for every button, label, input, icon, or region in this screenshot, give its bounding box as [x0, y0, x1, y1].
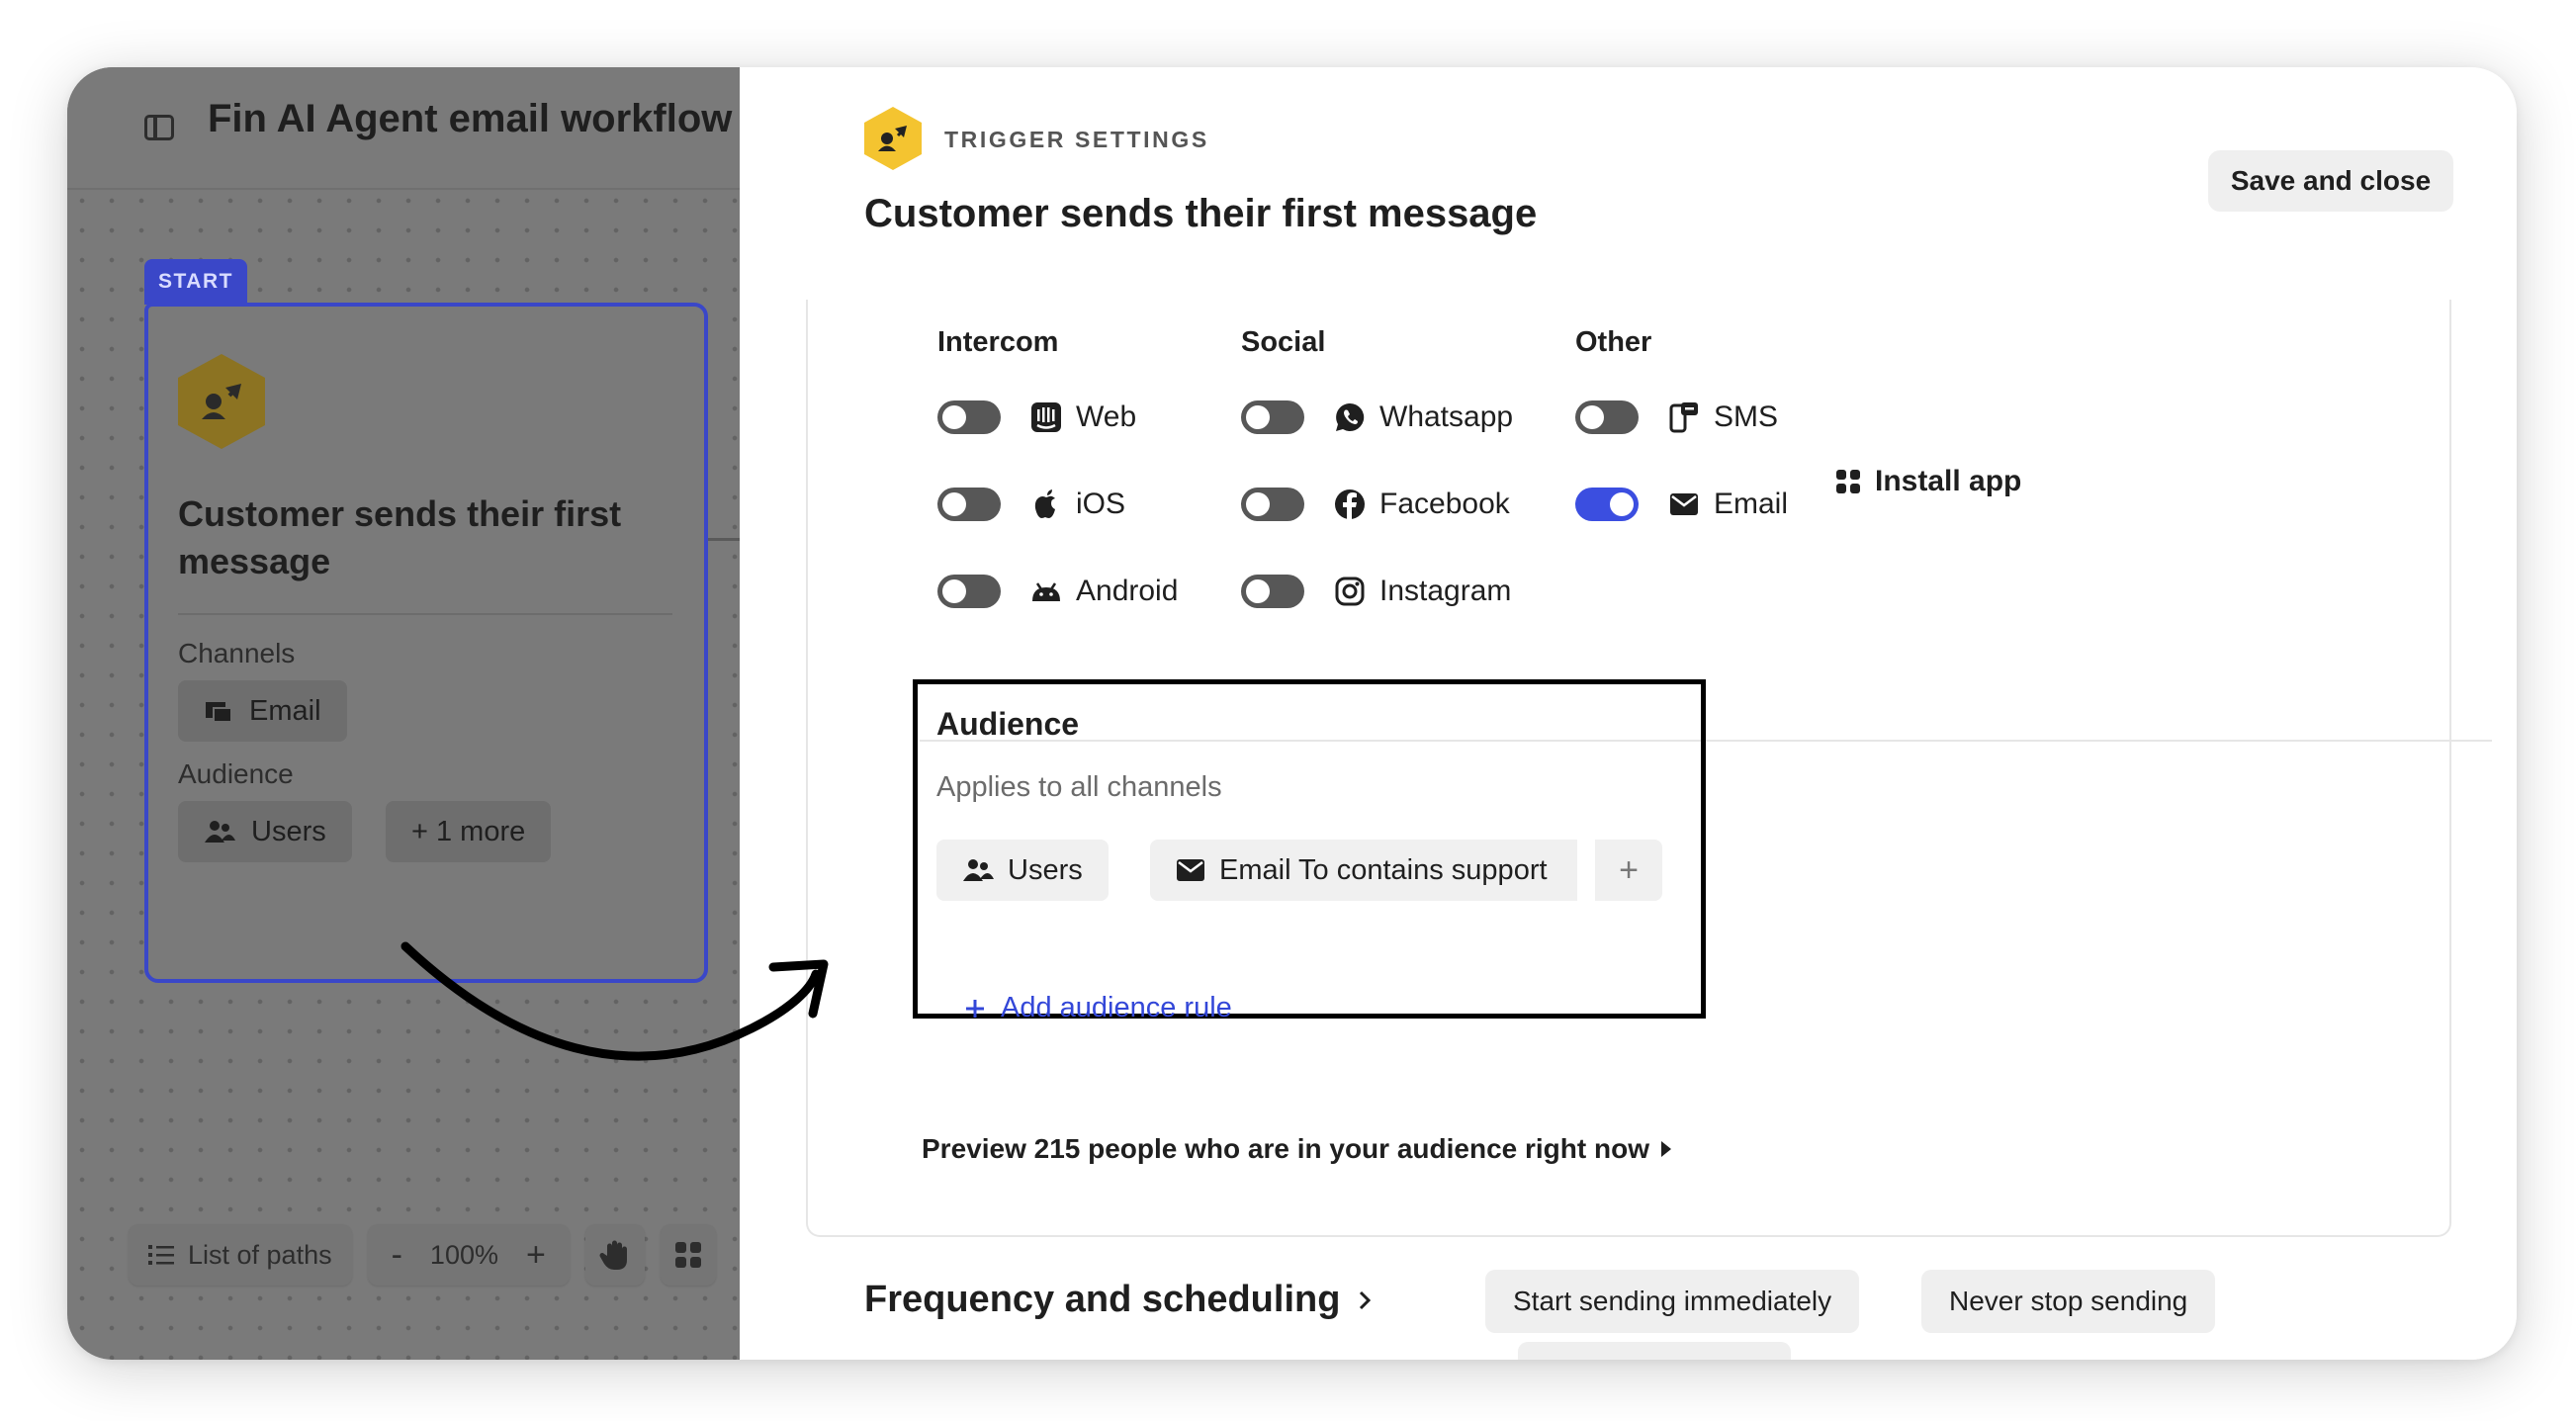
frequency-chip-start[interactable]: Start sending immediately [1485, 1270, 1860, 1333]
section-label: TRIGGER SETTINGS [944, 127, 1209, 152]
canvas-toolbar: List of paths - 100% + [129, 1224, 716, 1286]
email-channel-icon [206, 702, 232, 723]
web-toggle[interactable] [937, 400, 1001, 434]
caret-right-icon [1660, 1141, 1671, 1157]
audience-chip-label: Users [251, 816, 326, 847]
ios-toggle[interactable] [937, 488, 1001, 521]
add-audience-rule-label: Add audience rule [1001, 992, 1232, 1023]
start-tab: START [144, 259, 247, 305]
start-trigger-card[interactable]: Customer sends their first message Chann… [144, 303, 708, 983]
workflow-canvas[interactable]: Fin AI Agent email workflow START Custom… [67, 67, 740, 1360]
pan-hand-button[interactable] [584, 1224, 645, 1286]
frequency-scheduling-header[interactable]: Frequency and scheduling [864, 1279, 1372, 1321]
email-icon [1177, 859, 1204, 881]
zoom-out-button[interactable]: - [392, 1236, 402, 1275]
column-heading-other: Other [1575, 326, 1652, 358]
save-and-close-button[interactable]: Save and close [2208, 150, 2453, 212]
install-app-label: Install app [1875, 465, 2022, 497]
canvas-connector-line [708, 538, 740, 541]
android-icon [1030, 576, 1062, 607]
grid-view-button[interactable] [660, 1224, 716, 1286]
channel-row-instagram: Instagram [1241, 572, 1511, 611]
hand-icon [599, 1240, 627, 1270]
trigger-settings-panel: TRIGGER SETTINGS Customer sends their fi… [740, 67, 2517, 1360]
audience-label: Audience [178, 758, 294, 789]
channel-row-email: Email [1575, 485, 1788, 524]
apple-icon [1030, 488, 1062, 520]
channel-chip-email[interactable]: Email [178, 680, 347, 742]
list-of-paths-label: List of paths [188, 1239, 332, 1270]
frequency-title: Frequency and scheduling [864, 1279, 1341, 1320]
canvas-header: Fin AI Agent email workflow [67, 67, 740, 190]
channel-row-web: Web [937, 398, 1136, 437]
sms-toggle[interactable] [1575, 400, 1639, 434]
frequency-chip-schedule[interactable]: Any day, any time [1518, 1342, 1792, 1360]
zoom-in-button[interactable]: + [526, 1236, 546, 1275]
ios-label: iOS [1076, 488, 1126, 520]
facebook-icon [1334, 488, 1366, 520]
app-window: Fin AI Agent email workflow START Custom… [67, 67, 2517, 1360]
zoom-level: 100% [429, 1239, 498, 1270]
column-heading-intercom: Intercom [937, 326, 1059, 358]
instagram-icon [1334, 576, 1366, 607]
panel-title: Customer sends their first message [864, 192, 1538, 235]
email-label: Email [1714, 488, 1789, 520]
rule-chip-label: Email To contains support [1219, 853, 1548, 886]
sms-icon [1668, 401, 1700, 433]
list-icon [148, 1245, 174, 1265]
web-label: Web [1076, 400, 1137, 433]
apps-icon [1836, 470, 1860, 493]
card-title: Customer sends their first message [178, 493, 622, 581]
audience-title: Audience [936, 706, 1080, 742]
channel-row-ios: iOS [937, 485, 1125, 524]
android-label: Android [1076, 575, 1179, 607]
email-icon [1668, 488, 1700, 520]
instagram-toggle[interactable] [1241, 575, 1304, 608]
chevron-right-icon [1360, 1290, 1372, 1309]
grid-icon [674, 1242, 701, 1268]
whatsapp-toggle[interactable] [1241, 400, 1304, 434]
whatsapp-icon [1334, 401, 1366, 433]
trigger-hex-icon [178, 354, 265, 449]
audience-preview-link[interactable]: Preview 215 people who are in your audie… [922, 1133, 1673, 1165]
add-filter-plus-button[interactable]: + [1595, 840, 1662, 901]
users-chip-label: Users [1008, 853, 1083, 886]
install-app-link[interactable]: Install app [1835, 465, 2021, 498]
list-of-paths-button[interactable]: List of paths [129, 1224, 352, 1286]
zoom-control: - 100% + [367, 1224, 570, 1286]
channel-row-sms: SMS [1575, 398, 1778, 437]
users-icon [205, 821, 235, 843]
channel-chip-label: Email [249, 695, 321, 727]
channel-row-whatsapp: Whatsapp [1241, 398, 1513, 437]
audience-more-chip[interactable]: + 1 more [386, 801, 552, 862]
instagram-label: Instagram [1379, 575, 1512, 607]
facebook-toggle[interactable] [1241, 488, 1304, 521]
trigger-settings-hex-icon [864, 107, 922, 170]
channels-label: Channels [178, 638, 296, 668]
audience-chip-users[interactable]: Users [178, 801, 352, 862]
sidebar-toggle-icon[interactable] [144, 115, 174, 140]
whatsapp-label: Whatsapp [1379, 400, 1514, 433]
android-toggle[interactable] [937, 575, 1001, 608]
sms-label: SMS [1714, 400, 1779, 433]
channel-row-facebook: Facebook [1241, 485, 1510, 524]
channel-row-android: Android [937, 572, 1178, 611]
facebook-label: Facebook [1379, 488, 1510, 520]
workflow-title: Fin AI Agent email workflow [208, 97, 733, 140]
card-divider [178, 613, 672, 615]
preview-label: Preview 215 people who are in your audie… [922, 1133, 1649, 1164]
email-toggle[interactable] [1575, 488, 1639, 521]
audience-users-chip[interactable]: Users [936, 840, 1109, 901]
column-heading-social: Social [1241, 326, 1326, 358]
audience-subtitle: Applies to all channels [936, 771, 1222, 803]
add-audience-rule-button[interactable]: Add audience rule [965, 992, 1232, 1024]
web-messenger-icon [1030, 401, 1062, 433]
frequency-chip-stop[interactable]: Never stop sending [1921, 1270, 2216, 1333]
audience-rule-chip[interactable]: Email To contains support [1150, 840, 1577, 901]
users-icon [963, 859, 994, 881]
plus-icon [966, 999, 984, 1018]
